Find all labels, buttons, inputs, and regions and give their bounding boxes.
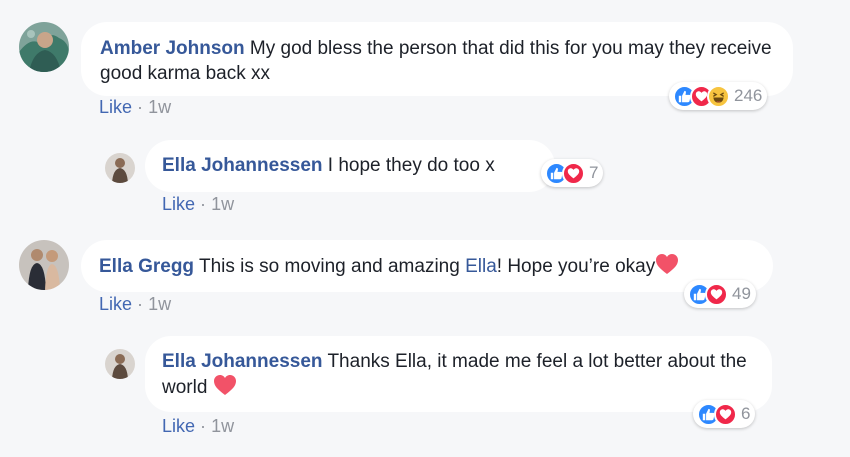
comment-meta-reply2: Like · 1w [162, 416, 234, 437]
reaction-summary-reply1[interactable]: 7 [541, 159, 604, 187]
comment-author[interactable]: Amber Johnson [100, 38, 245, 59]
separator: · [200, 194, 207, 214]
mention-link[interactable]: Ella [465, 256, 497, 277]
comment-author[interactable]: Ella Johannessen [162, 155, 323, 176]
reaction-summary-amber[interactable]: 246 [669, 82, 768, 110]
reaction-count: 49 [732, 284, 751, 303]
love-reaction-icon [705, 282, 728, 306]
separator: · [200, 416, 207, 436]
reaction-count: 7 [589, 163, 599, 182]
love-reaction-icon [714, 402, 737, 426]
avatar-amber-johnson[interactable] [19, 22, 69, 72]
heart-emoji-icon [213, 374, 237, 403]
reply-bubble-ella-johannessen: Ella Johannessen I hope they do too x [145, 140, 555, 192]
reply-bubble-ella-johannessen-2: Ella Johannessen Thanks Ella, it made me… [145, 336, 772, 412]
separator: · [137, 97, 144, 117]
reaction-summary-ella-gregg[interactable]: 49 [684, 280, 756, 308]
comment-meta-reply1: Like · 1w [162, 194, 234, 215]
like-link[interactable]: Like [162, 194, 195, 214]
reaction-summary-reply2[interactable]: 6 [693, 400, 756, 428]
love-reaction-icon [562, 161, 585, 185]
comment-time[interactable]: 1w [148, 294, 171, 314]
comment-author[interactable]: Ella Johannessen [162, 351, 323, 372]
comment-time[interactable]: 1w [148, 97, 171, 117]
like-link[interactable]: Like [99, 294, 132, 314]
comment-bubble-ella-gregg: Ella Gregg This is so moving and amazing… [81, 240, 773, 292]
reaction-count: 6 [741, 404, 751, 423]
haha-reaction-icon [707, 84, 730, 108]
avatar-ella-gregg[interactable] [19, 240, 69, 290]
comment-text-end: ! Hope you’re okay [496, 256, 656, 277]
avatar-ella-johannessen[interactable] [105, 153, 135, 183]
comment-time[interactable]: 1w [211, 416, 234, 436]
comment-meta-amber: Like · 1w [99, 97, 171, 118]
comment-text: I hope they do too x [327, 155, 495, 176]
like-link[interactable]: Like [162, 416, 195, 436]
comment-time[interactable]: 1w [211, 194, 234, 214]
comment-meta-ella-gregg: Like · 1w [99, 294, 171, 315]
comment-author[interactable]: Ella Gregg [99, 256, 194, 277]
separator: · [137, 294, 144, 314]
reaction-count: 246 [734, 86, 763, 105]
avatar-ella-johannessen[interactable] [105, 349, 135, 379]
like-link[interactable]: Like [99, 97, 132, 117]
comment-text: This is so moving and amazing [198, 256, 460, 277]
heart-emoji-icon [655, 253, 679, 282]
